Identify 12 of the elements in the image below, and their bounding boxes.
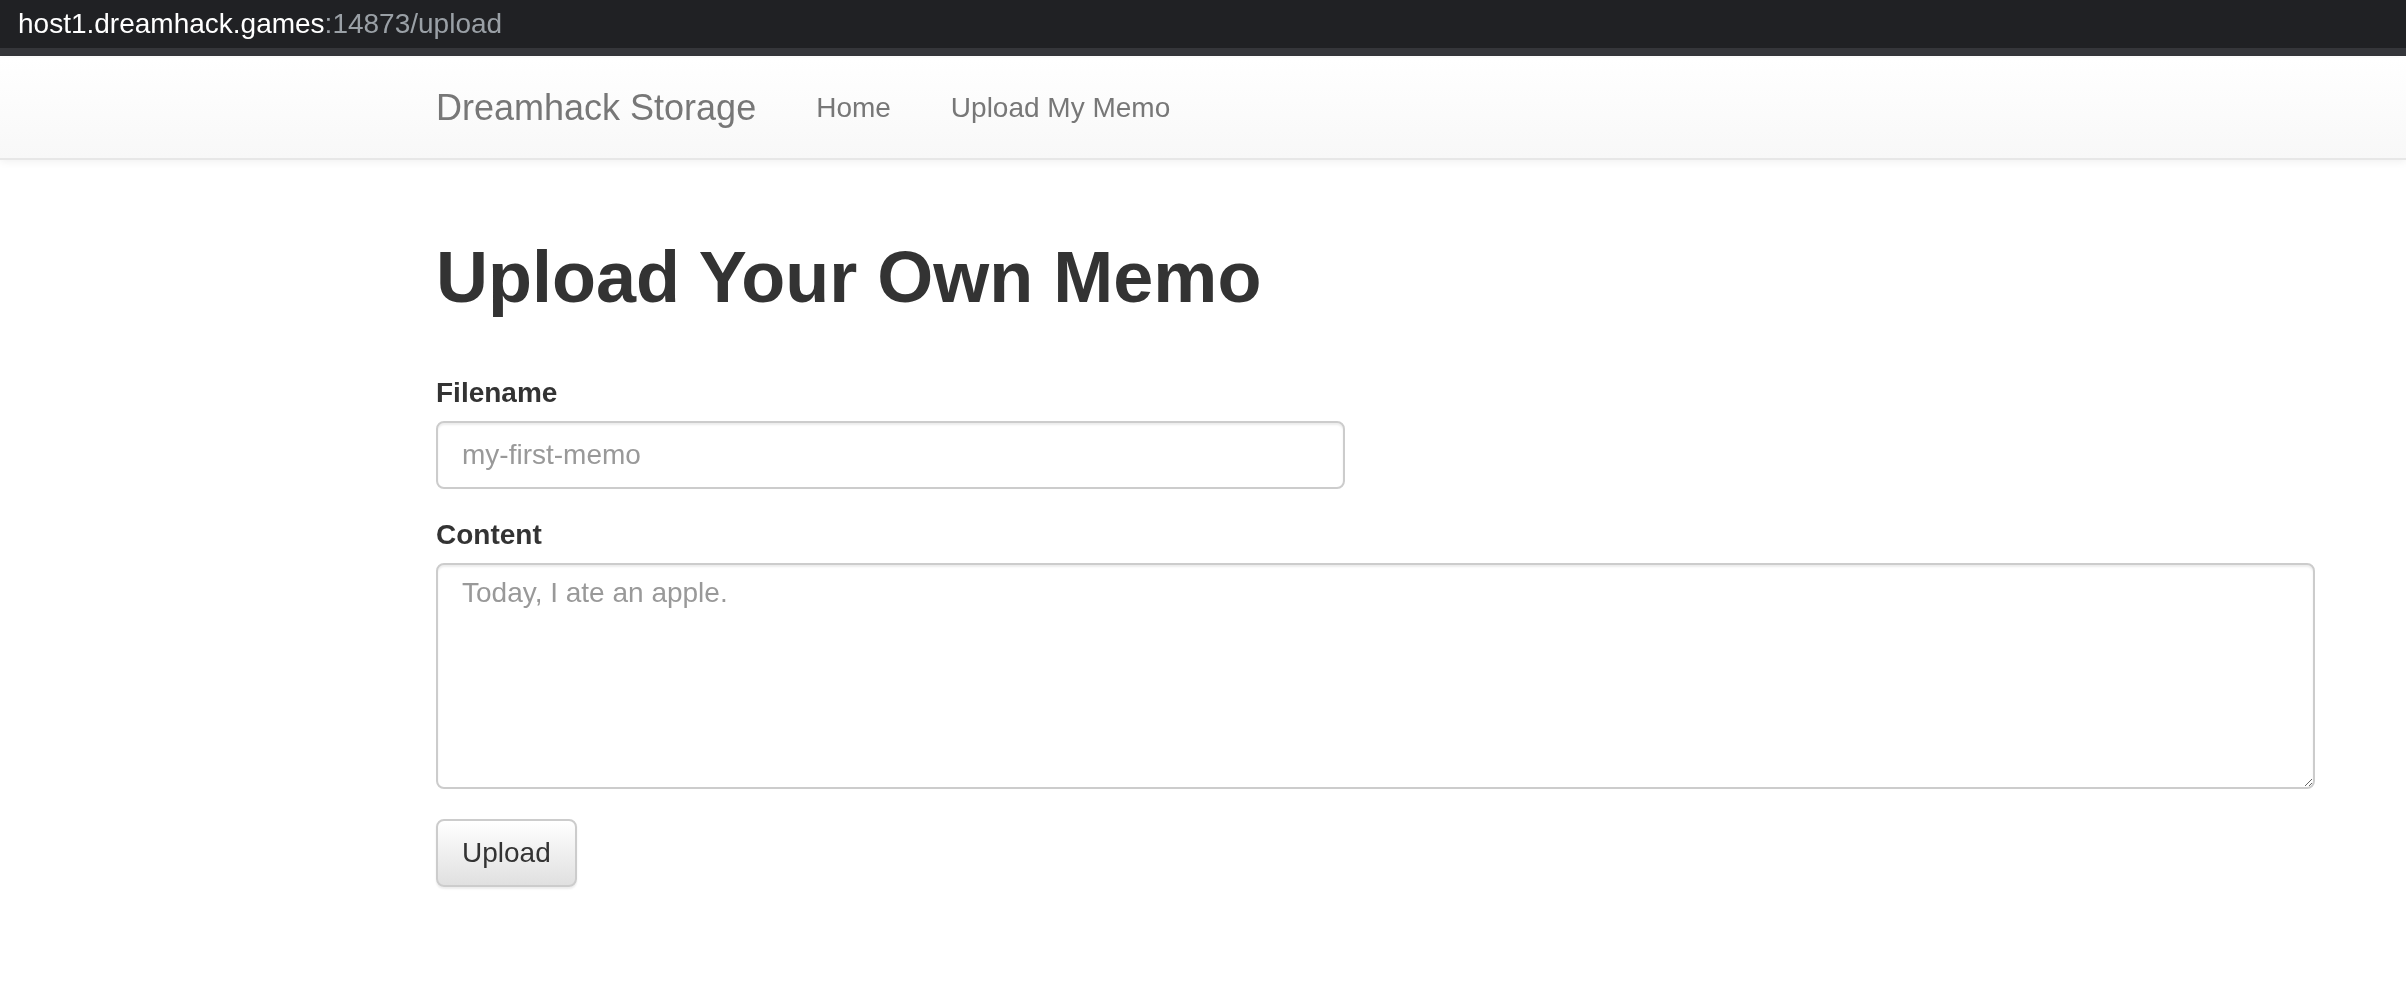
url-host: host1.dreamhack.games <box>18 8 325 40</box>
field-label: Content <box>436 519 543 552</box>
field-label: Filename <box>436 377 559 410</box>
url-path: :14873/upload <box>324 8 503 40</box>
page-heading: Upload Your Own Memo <box>436 238 1263 318</box>
address-bar[interactable]: host1.dreamhack.games:14873/upload <box>0 0 2406 56</box>
brand-link[interactable]: Dreamhack Storage <box>436 87 757 129</box>
nav-link[interactable]: Upload My Memo <box>950 92 1171 124</box>
filename-input[interactable]: my-first-memo <box>436 421 1345 490</box>
content-textarea[interactable]: Today, I ate an apple. <box>436 563 2315 790</box>
nav-link[interactable]: Home <box>816 92 891 124</box>
upload-button[interactable]: Upload <box>436 819 577 888</box>
